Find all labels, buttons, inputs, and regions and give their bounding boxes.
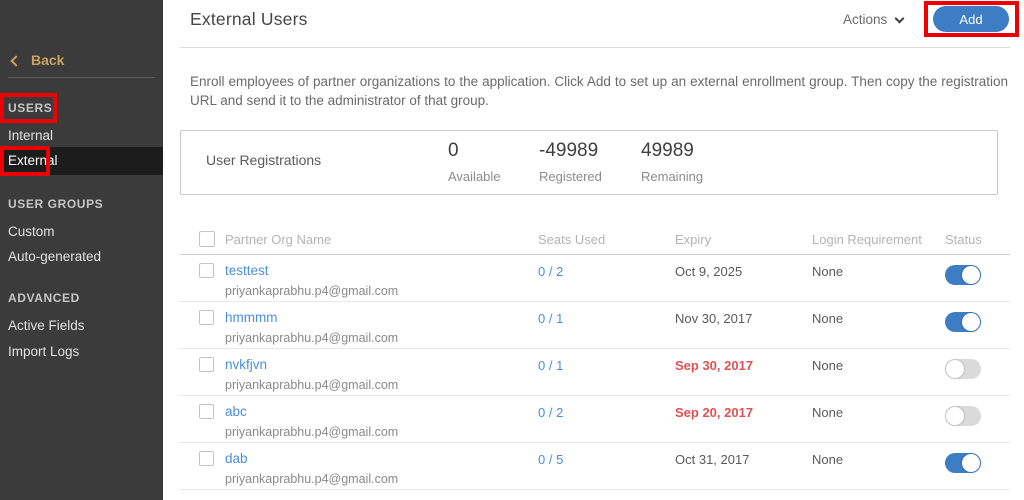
sidebar-item-internal[interactable]: Internal bbox=[0, 128, 163, 143]
expiry-date: Oct 9, 2025 bbox=[675, 264, 743, 279]
org-email: priyankaprabhu.p4@gmail.com bbox=[225, 472, 399, 486]
login-requirement: None bbox=[812, 264, 844, 279]
sidebar-section-users: USERS bbox=[8, 101, 53, 115]
status-toggle[interactable] bbox=[945, 453, 981, 473]
sidebar-item-custom[interactable]: Custom bbox=[0, 224, 163, 239]
expiry-date: Nov 30, 2017 bbox=[675, 311, 753, 326]
status-toggle[interactable] bbox=[945, 359, 981, 379]
sidebar: Back USERS Internal External USER GROUPS… bbox=[0, 0, 163, 500]
login-requirement: None bbox=[812, 311, 844, 326]
add-button[interactable]: Add bbox=[933, 6, 1009, 32]
org-email: priyankaprabhu.p4@gmail.com bbox=[225, 284, 399, 298]
stat-remaining: 49989 Remaining bbox=[641, 140, 703, 184]
sidebar-item-active-fields[interactable]: Active Fields bbox=[0, 318, 163, 333]
header-divider bbox=[180, 47, 1010, 48]
stat-remaining-label: Remaining bbox=[641, 169, 704, 184]
external-users-page: Back USERS Internal External USER GROUPS… bbox=[0, 0, 1024, 500]
table-row: abc priyankaprabhu.p4@gmail.com 0 / 2 Se… bbox=[180, 396, 1010, 443]
org-name-link[interactable]: testtest bbox=[225, 263, 269, 278]
org-name-link[interactable]: abc bbox=[225, 404, 247, 419]
column-partner-org-name: Partner Org Name bbox=[225, 231, 332, 247]
table-row: hmmmm priyankaprabhu.p4@gmail.com 0 / 1 … bbox=[180, 302, 1010, 349]
row-checkbox[interactable] bbox=[199, 263, 214, 278]
table-row: dab priyankaprabhu.p4@gmail.com 0 / 5 Oc… bbox=[180, 443, 1010, 490]
login-requirement: None bbox=[812, 405, 844, 420]
login-requirement: None bbox=[812, 452, 844, 467]
table-header-row: Partner Org Name Seats Used Expiry Login… bbox=[180, 224, 1010, 255]
org-name-link[interactable]: dab bbox=[225, 451, 248, 466]
table-row: testtest priyankaprabhu.p4@gmail.com 0 /… bbox=[180, 255, 1010, 302]
sidebar-item-external[interactable]: External bbox=[0, 147, 163, 175]
toggle-knob bbox=[962, 266, 980, 284]
user-registrations-panel: User Registrations 0 Available -49989 Re… bbox=[180, 130, 998, 195]
toggle-knob bbox=[962, 454, 980, 472]
toggle-knob bbox=[962, 313, 980, 331]
toggle-knob bbox=[946, 407, 964, 425]
seats-used-link[interactable]: 0 / 2 bbox=[538, 255, 675, 301]
actions-dropdown[interactable]: Actions bbox=[843, 12, 905, 27]
column-status: Status bbox=[945, 231, 982, 247]
org-email: priyankaprabhu.p4@gmail.com bbox=[225, 378, 399, 392]
expiry-date: Sep 30, 2017 bbox=[675, 358, 754, 373]
row-checkbox[interactable] bbox=[199, 310, 214, 325]
org-email: priyankaprabhu.p4@gmail.com bbox=[225, 331, 399, 345]
sidebar-section-user-groups: USER GROUPS bbox=[8, 197, 104, 211]
login-requirement: None bbox=[812, 358, 844, 373]
toggle-knob bbox=[946, 360, 964, 378]
stat-available: 0 Available bbox=[448, 140, 501, 184]
user-registrations-label: User Registrations bbox=[206, 152, 322, 168]
row-checkbox[interactable] bbox=[199, 451, 214, 466]
expiry-date: Sep 20, 2017 bbox=[675, 405, 754, 420]
column-seats-used: Seats Used bbox=[538, 231, 606, 247]
org-email: priyankaprabhu.p4@gmail.com bbox=[225, 425, 399, 439]
page-title: External Users bbox=[190, 9, 308, 29]
seats-used-link[interactable]: 0 / 5 bbox=[538, 443, 675, 489]
back-button[interactable]: Back bbox=[10, 52, 65, 68]
actions-label: Actions bbox=[843, 12, 888, 27]
chevron-down-icon bbox=[894, 13, 905, 23]
table-row: nvkfjvn priyankaprabhu.p4@gmail.com 0 / … bbox=[180, 349, 1010, 396]
stat-registered-label: Registered bbox=[539, 169, 602, 184]
stat-registered: -49989 Registered bbox=[539, 140, 602, 184]
org-name-link[interactable]: hmmmm bbox=[225, 310, 278, 325]
org-name-link[interactable]: nvkfjvn bbox=[225, 357, 267, 372]
column-login-requirement: Login Requirement bbox=[812, 231, 922, 247]
sidebar-divider bbox=[8, 77, 155, 78]
sidebar-item-import-logs[interactable]: Import Logs bbox=[0, 344, 163, 359]
page-description: Enroll employees of partner organization… bbox=[190, 74, 1008, 108]
status-toggle[interactable] bbox=[945, 312, 981, 332]
status-toggle[interactable] bbox=[945, 406, 981, 426]
stat-available-label: Available bbox=[448, 169, 501, 184]
sidebar-item-auto-generated[interactable]: Auto-generated bbox=[0, 249, 163, 264]
seats-used-link[interactable]: 0 / 1 bbox=[538, 302, 675, 348]
partner-org-table: Partner Org Name Seats Used Expiry Login… bbox=[180, 224, 1010, 490]
row-checkbox[interactable] bbox=[199, 357, 214, 372]
stat-available-value: 0 bbox=[448, 140, 459, 161]
row-checkbox[interactable] bbox=[199, 404, 214, 419]
status-toggle[interactable] bbox=[945, 265, 981, 285]
seats-used-link[interactable]: 0 / 1 bbox=[538, 349, 675, 395]
seats-used-link[interactable]: 0 / 2 bbox=[538, 396, 675, 442]
stat-remaining-value: 49989 bbox=[641, 140, 694, 161]
stat-registered-value: -49989 bbox=[539, 140, 599, 161]
chevron-left-icon bbox=[10, 54, 22, 67]
back-label: Back bbox=[31, 52, 65, 68]
select-all-checkbox[interactable] bbox=[199, 231, 215, 247]
column-expiry: Expiry bbox=[675, 231, 712, 247]
expiry-date: Oct 31, 2017 bbox=[675, 452, 750, 467]
sidebar-section-advanced: ADVANCED bbox=[8, 291, 80, 305]
